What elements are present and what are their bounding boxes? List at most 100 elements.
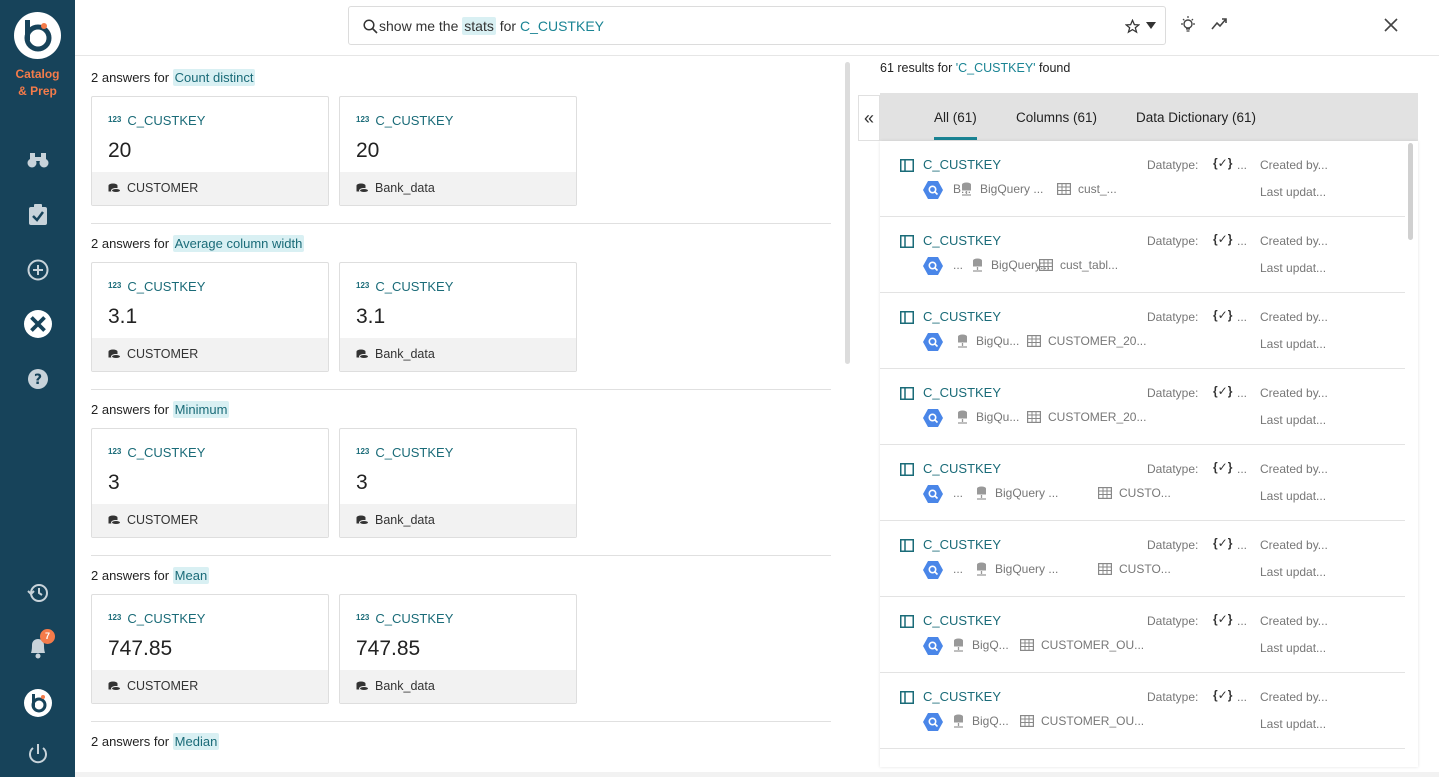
result-row[interactable]: C_CUSTKEY... BigQuery ... CUSTO... Datatype… [880,445,1405,521]
created-by: Created by... [1260,690,1328,704]
stat-card[interactable]: 123 C_CUSTKEY 20 CUSTOMER [91,96,329,206]
last-updated: Last updat... [1260,185,1327,199]
close-icon[interactable] [1384,18,1398,32]
result-title[interactable]: C_CUSTKEY [923,613,1001,628]
last-updated: Last updat... [1260,413,1327,427]
database-icon [108,681,121,691]
binoculars-icon[interactable] [24,146,52,174]
datatype-icon: {✓} [1213,536,1233,550]
answers-scrollbar[interactable] [845,62,850,364]
results-scrollbar[interactable] [1408,143,1413,240]
result-meta-table: cust_... [1078,182,1117,196]
datatype-icon: {✓} [1213,308,1233,322]
stat-card[interactable]: 123 C_CUSTKEY 3 CUSTOMER [91,428,329,538]
server-icon [958,410,967,424]
result-row[interactable]: C_CUSTKEY BigQ... CUSTOMER_OU... Datatype: {… [880,673,1405,749]
result-row[interactable]: C_CUSTKEY... BigQuery ... CUSTO... Datatype… [880,521,1405,597]
stat-value: 3 [108,471,120,494]
last-updated: Last updat... [1260,337,1327,351]
result-title[interactable]: C_CUSTKEY [923,461,1001,476]
datatype-label: Datatype: [1147,614,1199,628]
trend-icon[interactable] [1211,17,1227,31]
datatype-icon: {✓} [1213,384,1233,398]
column-name: 123 C_CUSTKEY [356,611,453,626]
power-icon[interactable] [24,740,52,768]
result-meta-source: BigQu... [976,410,1020,424]
answer-count: 2 answers for [91,70,170,85]
datatype-value: ... [1237,538,1248,552]
column-label: C_CUSTKEY [375,279,454,294]
result-row[interactable]: C_CUSTKEY BigQ... CUSTOMER_OU... Datatype: {… [880,597,1405,673]
tab-all[interactable]: All (61) [934,110,977,125]
search-input[interactable]: show me the stats for C_CUSTKEY [348,6,1166,45]
column-name: 123 C_CUSTKEY [108,113,205,128]
plus-circle-icon[interactable] [24,256,52,284]
card-footer: CUSTOMER [92,338,328,371]
result-row[interactable]: C_CUSTKEY BigQu... CUSTOMER_20... Datatype:… [880,369,1405,445]
table-name: Bank_data [375,181,435,195]
result-title[interactable]: C_CUSTKEY [923,385,1001,400]
stat-card[interactable]: 123 C_CUSTKEY 3 Bank_data [339,428,577,538]
table-icon [1098,487,1112,499]
result-row[interactable]: C_CUSTKEY... BigQuery... cust_tabl... Datat… [880,217,1405,293]
created-by: Created by... [1260,158,1328,172]
tools-icon[interactable] [24,310,52,338]
stat-card[interactable]: 123 C_CUSTKEY 3.1 Bank_data [339,262,577,372]
logo-icon[interactable] [24,689,52,717]
result-title[interactable]: C_CUSTKEY [923,689,1001,704]
results-header: 61 results for 'C_CUSTKEY' found [880,61,1070,75]
result-row[interactable]: C_CUSTKEYB...BigQuery ...cust_...Datatyp… [880,141,1405,217]
result-meta-source: BigQ... [972,714,1009,728]
database-icon [356,515,369,525]
result-title[interactable]: C_CUSTKEY [923,309,1001,324]
table-icon [1039,259,1053,271]
result-row[interactable]: C_CUSTKEY BigQu... CUSTOMER_20... Datatype:… [880,293,1405,369]
table-icon [1027,411,1041,423]
stat-card[interactable]: 123 C_CUSTKEY 3.1 CUSTOMER [91,262,329,372]
server-icon [958,334,967,348]
chevron-down-icon[interactable] [1146,22,1156,29]
result-meta-project: ... [953,258,964,272]
stat-card[interactable]: 123 C_CUSTKEY 747.85 Bank_data [339,594,577,704]
bigquery-icon [923,333,943,351]
result-title[interactable]: C_CUSTKEY [923,157,1001,172]
card-footer: CUSTOMER [92,670,328,703]
created-by: Created by... [1260,614,1328,628]
bigquery-icon [923,485,943,503]
table-name: Bank_data [375,347,435,361]
search-mid: for [499,18,517,34]
tab-data-dictionary[interactable]: Data Dictionary (61) [1136,110,1256,125]
clipboard-check-icon[interactable] [24,201,52,229]
bigquery-icon [923,713,943,731]
stat-card[interactable]: 123 C_CUSTKEY 747.85 CUSTOMER [91,594,329,704]
datatype-label: Datatype: [1147,310,1199,324]
help-icon[interactable]: ? [24,365,52,393]
history-icon[interactable] [24,579,52,607]
card-footer: CUSTOMER [92,172,328,205]
result-title[interactable]: C_CUSTKEY [923,233,1001,248]
numeric-type-icon: 123 [108,115,122,124]
result-title[interactable]: C_CUSTKEY [923,537,1001,552]
collapse-panel-button[interactable]: « [858,95,880,141]
app-logo[interactable] [14,12,61,59]
stat-value: 3.1 [356,305,386,328]
column-name: 123 C_CUSTKEY [356,445,453,460]
database-icon [356,183,369,193]
star-icon[interactable] [1125,19,1140,34]
last-updated: Last updat... [1260,717,1327,731]
lightbulb-icon[interactable] [1180,16,1196,33]
active-tab-indicator [934,137,977,140]
column-label: C_CUSTKEY [127,445,206,460]
stat-card[interactable]: 123 C_CUSTKEY 20 Bank_data [339,96,577,206]
table-name: CUSTOMER [127,181,199,195]
datatype-label: Datatype: [1147,690,1199,704]
server-icon [977,486,986,500]
section-divider [91,721,831,722]
server-icon [962,182,971,196]
result-meta-table: CUSTO... [1119,486,1171,500]
last-updated: Last updat... [1260,565,1327,579]
table-icon [1027,335,1041,347]
server-icon [954,638,963,652]
bigquery-icon [923,561,943,579]
tab-columns[interactable]: Columns (61) [1016,110,1097,125]
